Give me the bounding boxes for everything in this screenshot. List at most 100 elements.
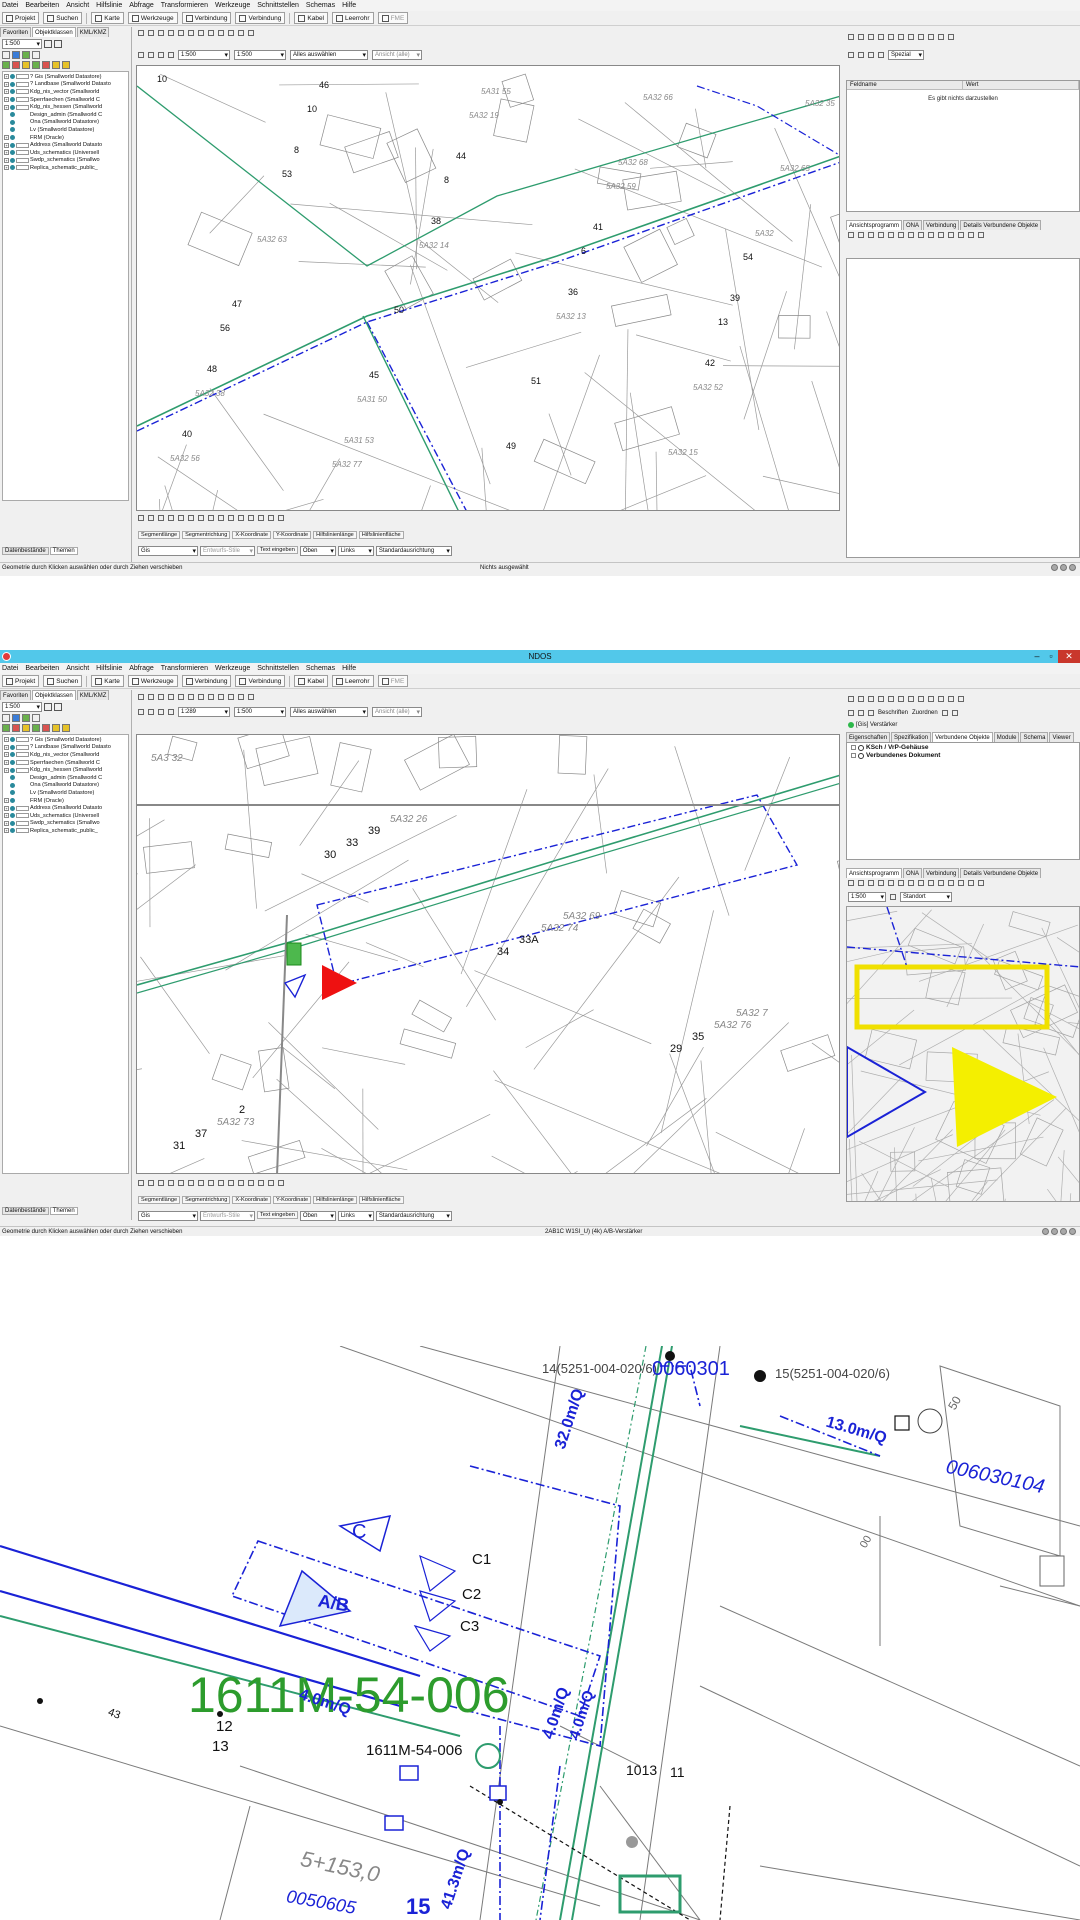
object-tool-icon[interactable] <box>858 696 864 702</box>
edit-tool-icon[interactable] <box>158 1180 164 1186</box>
edit-tool-icon[interactable] <box>148 515 154 521</box>
map-tool-icon[interactable] <box>188 30 194 36</box>
tree-tool-icon[interactable] <box>42 724 50 732</box>
scale-select[interactable]: 1:500 <box>2 702 42 712</box>
layer-checkboxes[interactable] <box>16 767 29 773</box>
tree-tool-icon[interactable] <box>42 61 50 69</box>
leerrohr-button[interactable]: Leerrohr <box>332 12 374 24</box>
tree-tool-icon[interactable] <box>62 61 70 69</box>
select-all-dropdown[interactable]: Alles auswählen <box>290 50 368 60</box>
tab-ansichtsprogramm[interactable]: Ansichtsprogramm <box>846 868 903 878</box>
layer-checkboxes[interactable] <box>16 165 29 171</box>
tree-tool-icon[interactable] <box>2 61 10 69</box>
splice-box[interactable] <box>399 1765 419 1781</box>
edit-tool-icon[interactable] <box>228 1180 234 1186</box>
redo-icon[interactable] <box>148 709 154 715</box>
object-tool-icon[interactable] <box>848 34 854 40</box>
tab-favoriten[interactable]: Favoriten <box>0 27 32 37</box>
tab-themen[interactable]: Themen <box>49 547 78 555</box>
tree-item[interactable]: +? Gis (Smallworld Datastore) <box>4 73 127 81</box>
tree-tool-icon[interactable] <box>32 714 40 722</box>
tree-tool-icon[interactable] <box>32 51 40 59</box>
tab-kml[interactable]: KML/KMZ <box>76 690 110 700</box>
tree-item[interactable]: + Swdp_schematics (Smallwo <box>4 820 127 828</box>
tab-objektklassen[interactable]: Objektklassen <box>32 27 76 37</box>
object-tool-icon[interactable] <box>898 34 904 40</box>
layer-checkboxes[interactable] <box>16 142 29 148</box>
layer-checkboxes[interactable] <box>16 157 29 163</box>
viewer-tool-icon[interactable] <box>848 880 854 886</box>
menu-ansicht[interactable]: Ansicht <box>66 0 89 11</box>
map-tool-icon[interactable] <box>178 30 184 36</box>
viewer-tool-icon[interactable] <box>958 232 964 238</box>
menu-transformieren[interactable]: Transformieren <box>161 663 208 674</box>
c2-shape[interactable] <box>419 1590 457 1623</box>
orientation-select[interactable]: Standardausrichtung <box>375 1211 452 1221</box>
tree-tool-icon[interactable] <box>2 724 10 732</box>
zoom-icon[interactable] <box>198 30 204 36</box>
tree-item[interactable]: + Kdg_nis_vector (Smallworld <box>4 751 127 759</box>
fme-button[interactable]: FME <box>377 675 409 687</box>
helpline-area-field[interactable]: Hilfslinienfläche <box>358 1196 404 1204</box>
pan-icon[interactable] <box>218 694 224 700</box>
tree-item[interactable]: KSch / VrP-Gehäuse <box>851 744 1075 751</box>
layer-select[interactable]: Gis <box>138 546 198 556</box>
style-select[interactable]: Entwurfs-Stile <box>200 546 255 556</box>
tree-item[interactable]: +? Gis (Smallworld Datastore) <box>4 736 127 744</box>
object-tool-icon[interactable] <box>928 34 934 40</box>
viewer-tool-icon[interactable] <box>968 880 974 886</box>
tree-item[interactable]: + Kdg_nis_hessen (Smallworld <box>4 103 127 111</box>
tree-tool-icon[interactable] <box>52 61 60 69</box>
tab-eigenschaften[interactable]: Eigenschaften <box>846 732 891 742</box>
segment-length-field[interactable]: Segmentlänge <box>138 1196 181 1204</box>
zoom-icon[interactable] <box>198 694 204 700</box>
layer-checkboxes[interactable] <box>16 744 29 750</box>
layer-checkboxes[interactable] <box>16 81 29 87</box>
tree-item[interactable]: +? Landbase (Smallworld Datasto <box>4 744 127 752</box>
pan-icon[interactable] <box>218 30 224 36</box>
menu-hilfslinie[interactable]: Hilfslinie <box>96 663 122 674</box>
map-tool-icon[interactable] <box>148 30 154 36</box>
object-tool-icon[interactable] <box>868 34 874 40</box>
redo-icon[interactable] <box>148 52 154 58</box>
tab-objektklassen[interactable]: Objektklassen <box>32 690 76 700</box>
menu-ansicht[interactable]: Ansicht <box>66 663 89 674</box>
edit-tool-icon[interactable] <box>278 1180 284 1186</box>
expand-icon[interactable]: + <box>4 828 9 834</box>
tree-item[interactable]: Ona (Smallworld Datastore) <box>4 782 127 790</box>
tree-tool-icon[interactable] <box>62 724 70 732</box>
tree-item[interactable]: + Kdg_nis_hessen (Smallworld <box>4 766 127 774</box>
node-dot[interactable] <box>754 1370 766 1382</box>
edit-tool-icon[interactable] <box>138 515 144 521</box>
map-tool-icon[interactable] <box>168 52 174 58</box>
layer-select[interactable]: Gis <box>138 1211 198 1221</box>
menu-abfrage[interactable]: Abfrage <box>129 0 154 11</box>
map-canvas[interactable]: 10 8 38 36 42 40 46 44 41 39 48 5A31 53 5A31 55 5A32 … <box>136 65 840 511</box>
map-tool-icon[interactable] <box>238 694 244 700</box>
fme-button[interactable]: FME <box>377 12 409 24</box>
object-tool-icon[interactable] <box>888 696 894 702</box>
menu-hilfslinie[interactable]: Hilfslinie <box>96 0 122 11</box>
edit-tool-icon[interactable] <box>178 515 184 521</box>
expand-icon[interactable]: + <box>4 104 9 110</box>
object-tool-icon[interactable] <box>868 52 874 58</box>
map-tool-icon[interactable] <box>158 30 164 36</box>
viewer-tool-icon[interactable] <box>918 880 924 886</box>
verbindung-button-1[interactable]: Verbindung <box>181 12 232 24</box>
tab-verbundene-objekte[interactable]: Verbundene Objekte <box>932 732 993 742</box>
map-tool-icon[interactable] <box>228 694 234 700</box>
tree-item[interactable]: Lv (Smallworld Datastore) <box>4 126 127 134</box>
viewer-tool-icon[interactable] <box>928 880 934 886</box>
tree-item[interactable]: + Uds_schematics (Universell <box>4 149 127 157</box>
tree-item[interactable]: + Replica_schematic_public_ <box>4 164 127 172</box>
left-select[interactable]: Links <box>337 546 374 556</box>
scale-select-b[interactable]: 1:500 <box>234 707 286 717</box>
help-icon[interactable] <box>878 52 884 58</box>
expand-icon[interactable] <box>851 753 856 758</box>
menu-datei[interactable]: Datei <box>2 663 18 674</box>
expand-icon[interactable] <box>851 745 856 750</box>
tab-schema[interactable]: Schema <box>1020 732 1049 742</box>
projekt-button[interactable]: Projekt <box>2 12 40 24</box>
viewer-tool-icon[interactable] <box>858 880 864 886</box>
tree-tool-icon[interactable] <box>2 51 10 59</box>
